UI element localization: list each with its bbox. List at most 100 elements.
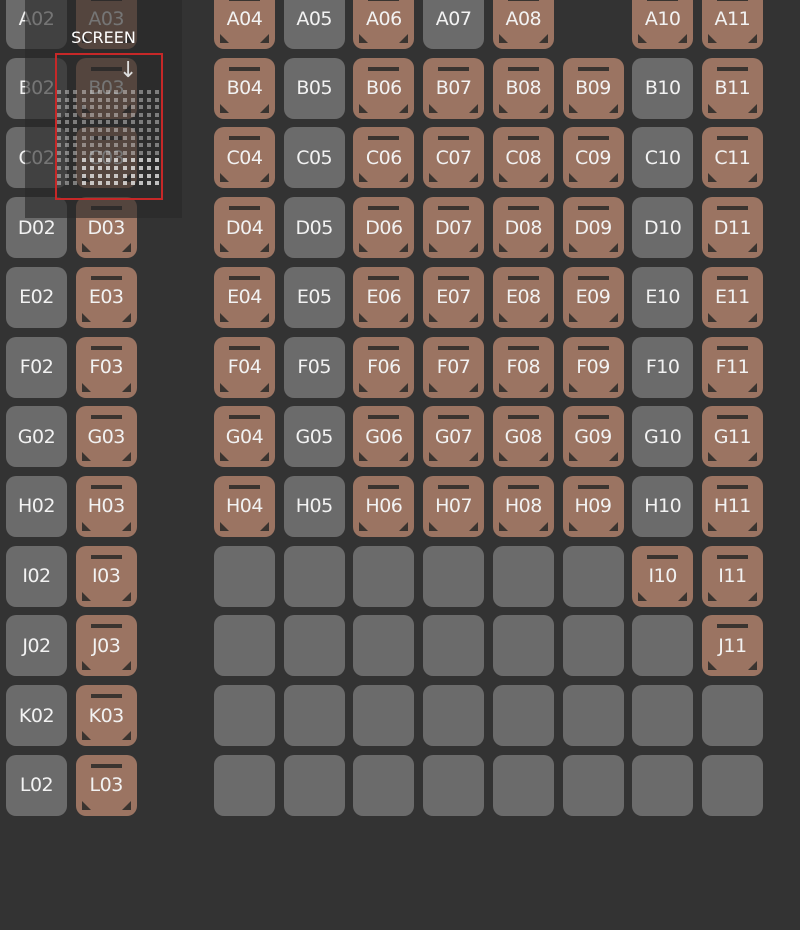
seat-J02[interactable]: J02: [6, 615, 67, 677]
seat-B05[interactable]: B05: [283, 57, 345, 119]
seat-F10[interactable]: F10: [632, 336, 694, 398]
seat-G06[interactable]: G06: [353, 406, 415, 468]
seat-J11[interactable]: J11: [701, 615, 763, 677]
seat-G07[interactable]: G07: [423, 406, 485, 468]
seat-E06[interactable]: E06: [353, 266, 415, 328]
seat-E02[interactable]: E02: [6, 266, 67, 328]
seat-B10[interactable]: B10: [632, 57, 694, 119]
seat-empty[interactable]: [283, 754, 345, 816]
seat-empty[interactable]: [353, 685, 415, 746]
seat-I11[interactable]: I11: [701, 545, 763, 607]
seat-E10[interactable]: E10: [632, 266, 694, 328]
seat-L02[interactable]: L02: [6, 754, 67, 816]
seat-F04[interactable]: F04: [214, 336, 275, 398]
seat-empty[interactable]: [353, 754, 415, 816]
seat-E07[interactable]: E07: [423, 266, 485, 328]
seat-K03[interactable]: K03: [75, 685, 137, 746]
seat-empty[interactable]: [492, 685, 554, 746]
seat-C06[interactable]: C06: [353, 127, 415, 189]
seat-H07[interactable]: H07: [423, 475, 485, 537]
minimap-viewport[interactable]: [55, 53, 163, 200]
seat-F07[interactable]: F07: [423, 336, 485, 398]
seat-A08[interactable]: A08: [492, 0, 554, 49]
seat-B11[interactable]: B11: [701, 57, 763, 119]
seat-B04[interactable]: B04: [214, 57, 275, 119]
seat-C07[interactable]: C07: [423, 127, 485, 189]
seat-I03[interactable]: I03: [75, 545, 137, 607]
seat-K02[interactable]: K02: [6, 685, 67, 746]
seat-empty[interactable]: [283, 545, 345, 607]
seat-empty[interactable]: [632, 615, 694, 677]
seat-H03[interactable]: H03: [75, 475, 137, 537]
seat-A04[interactable]: A04: [214, 0, 275, 49]
seat-empty[interactable]: [423, 754, 485, 816]
seat-A05[interactable]: A05: [283, 0, 345, 49]
seat-F08[interactable]: F08: [492, 336, 554, 398]
seat-empty[interactable]: [423, 685, 485, 746]
seat-B06[interactable]: B06: [353, 57, 415, 119]
seat-empty[interactable]: [353, 545, 415, 607]
seat-G02[interactable]: G02: [6, 406, 67, 468]
seat-D11[interactable]: D11: [701, 197, 763, 259]
seat-B07[interactable]: B07: [423, 57, 485, 119]
seat-empty[interactable]: [701, 754, 763, 816]
seat-L03[interactable]: L03: [75, 754, 137, 816]
seat-empty[interactable]: [214, 685, 275, 746]
seat-E04[interactable]: E04: [214, 266, 275, 328]
seat-B08[interactable]: B08: [492, 57, 554, 119]
seat-C11[interactable]: C11: [701, 127, 763, 189]
seat-H11[interactable]: H11: [701, 475, 763, 537]
seat-empty[interactable]: [701, 685, 763, 746]
seat-B09[interactable]: B09: [562, 57, 624, 119]
seat-empty[interactable]: [632, 685, 694, 746]
seat-empty[interactable]: [492, 754, 554, 816]
seat-empty[interactable]: [283, 615, 345, 677]
seat-H10[interactable]: H10: [632, 475, 694, 537]
seat-F09[interactable]: F09: [562, 336, 624, 398]
seat-C05[interactable]: C05: [283, 127, 345, 189]
seat-D04[interactable]: D04: [214, 197, 275, 259]
seat-empty[interactable]: [632, 754, 694, 816]
seat-G04[interactable]: G04: [214, 406, 275, 468]
seat-H09[interactable]: H09: [562, 475, 624, 537]
seat-E09[interactable]: E09: [562, 266, 624, 328]
seat-empty[interactable]: [214, 754, 275, 816]
seat-D10[interactable]: D10: [632, 197, 694, 259]
seat-F02[interactable]: F02: [6, 336, 67, 398]
seat-C09[interactable]: C09: [562, 127, 624, 189]
seat-D09[interactable]: D09: [562, 197, 624, 259]
seat-H05[interactable]: H05: [283, 475, 345, 537]
seat-D06[interactable]: D06: [353, 197, 415, 259]
seat-H04[interactable]: H04: [214, 475, 275, 537]
seat-C08[interactable]: C08: [492, 127, 554, 189]
seat-empty[interactable]: [562, 754, 624, 816]
seat-A10[interactable]: A10: [632, 0, 694, 49]
seat-G11[interactable]: G11: [701, 406, 763, 468]
seat-G05[interactable]: G05: [283, 406, 345, 468]
seat-empty[interactable]: [423, 615, 485, 677]
seat-G08[interactable]: G08: [492, 406, 554, 468]
seat-H08[interactable]: H08: [492, 475, 554, 537]
seat-J03[interactable]: J03: [75, 615, 137, 677]
seat-G09[interactable]: G09: [562, 406, 624, 468]
seat-G10[interactable]: G10: [632, 406, 694, 468]
seat-E05[interactable]: E05: [283, 266, 345, 328]
seat-empty[interactable]: [562, 545, 624, 607]
seat-A07[interactable]: A07: [423, 0, 485, 49]
seat-H06[interactable]: H06: [353, 475, 415, 537]
seat-empty[interactable]: [214, 545, 275, 607]
seat-E03[interactable]: E03: [75, 266, 137, 328]
seat-empty[interactable]: [214, 615, 275, 677]
seat-D07[interactable]: D07: [423, 197, 485, 259]
seat-empty[interactable]: [492, 545, 554, 607]
seat-empty[interactable]: [353, 615, 415, 677]
seat-F05[interactable]: F05: [283, 336, 345, 398]
seat-A11[interactable]: A11: [701, 0, 763, 49]
seat-H02[interactable]: H02: [6, 475, 67, 537]
seat-I10[interactable]: I10: [632, 545, 694, 607]
seat-F06[interactable]: F06: [353, 336, 415, 398]
seat-I02[interactable]: I02: [6, 545, 67, 607]
seat-C10[interactable]: C10: [632, 127, 694, 189]
seat-E08[interactable]: E08: [492, 266, 554, 328]
seat-empty[interactable]: [562, 685, 624, 746]
